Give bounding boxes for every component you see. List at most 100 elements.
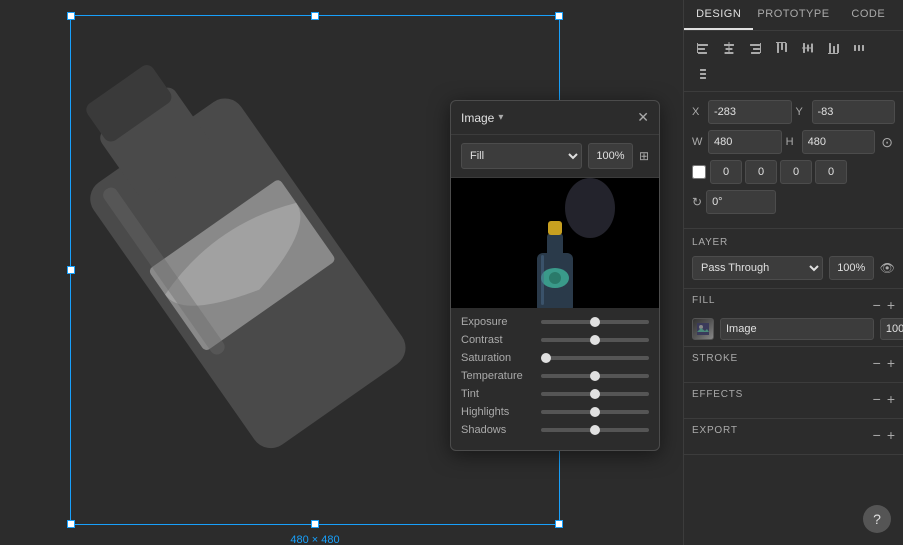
help-button[interactable]: ?: [863, 505, 891, 533]
h-label: H: [786, 136, 798, 148]
align-middle-v-button[interactable]: [796, 37, 818, 59]
saturation-row: Saturation: [461, 352, 649, 364]
effects-section: EFFECTS − +: [684, 383, 903, 419]
fill-add-button[interactable]: +: [887, 298, 895, 312]
tab-design[interactable]: DESIGN: [684, 0, 753, 30]
rotation-icon: ↻: [692, 195, 702, 209]
layer-section-title: LAYER: [692, 237, 895, 248]
export-title: EXPORT: [692, 425, 738, 436]
w-input[interactable]: [708, 130, 782, 154]
corner-radius-row: [692, 160, 895, 184]
w-label: W: [692, 136, 704, 148]
fill-title: FILL: [692, 295, 715, 306]
fill-type-input[interactable]: [720, 318, 874, 340]
effects-section-header: EFFECTS − +: [692, 389, 895, 408]
stroke-add-button[interactable]: +: [887, 356, 895, 370]
stroke-section: STROKE − +: [684, 347, 903, 383]
x-label: X: [692, 106, 704, 118]
image-panel-close-button[interactable]: ✕: [637, 109, 649, 126]
export-add-button[interactable]: +: [887, 428, 895, 442]
image-opacity-input[interactable]: [588, 143, 633, 169]
contrast-row: Contrast: [461, 334, 649, 346]
highlights-slider[interactable]: [541, 410, 649, 414]
contrast-slider[interactable]: [541, 338, 649, 342]
distribute-h-button[interactable]: [848, 37, 870, 59]
export-section-header: EXPORT − +: [692, 425, 895, 444]
image-panel-controls: Fill Fit Crop Tile ⊞: [451, 135, 659, 178]
rotation-input[interactable]: [706, 190, 776, 214]
export-section: EXPORT − +: [684, 419, 903, 455]
effects-title: EFFECTS: [692, 389, 743, 400]
panel-footer: ?: [684, 455, 903, 545]
corner-radius-checkbox[interactable]: [692, 165, 706, 179]
contrast-label: Contrast: [461, 334, 533, 346]
shadows-label: Shadows: [461, 424, 533, 436]
layer-section: LAYER Pass Through Normal Darken Multipl…: [684, 229, 903, 289]
x-input[interactable]: [708, 100, 792, 124]
preview-svg: [455, 178, 655, 308]
fill-opacity-input[interactable]: [880, 318, 903, 340]
tint-slider[interactable]: [541, 392, 649, 396]
export-minus-button[interactable]: −: [873, 428, 881, 442]
corner-bl-input[interactable]: [780, 160, 812, 184]
tint-label: Tint: [461, 388, 533, 400]
exposure-row: Exposure: [461, 316, 649, 328]
shadows-slider[interactable]: [541, 428, 649, 432]
corner-br-input[interactable]: [815, 160, 847, 184]
layer-opacity-input[interactable]: [829, 256, 874, 280]
temperature-slider[interactable]: [541, 374, 649, 378]
exposure-label: Exposure: [461, 316, 533, 328]
highlights-label: Highlights: [461, 406, 533, 418]
layer-row: Pass Through Normal Darken Multiply Scre…: [692, 256, 895, 280]
align-toolbar: [684, 31, 903, 92]
image-preview: [451, 178, 659, 308]
align-center-h-button[interactable]: [718, 37, 740, 59]
align-left-button[interactable]: [692, 37, 714, 59]
image-fill-icon: [697, 323, 709, 335]
stroke-minus-button[interactable]: −: [873, 356, 881, 370]
y-input[interactable]: [812, 100, 896, 124]
tab-prototype[interactable]: PROTOTYPE: [753, 0, 833, 30]
layer-visibility-button[interactable]: 👁: [880, 261, 895, 275]
fill-swatch[interactable]: [692, 318, 714, 340]
image-fill-mode-select[interactable]: Fill Fit Crop Tile: [461, 143, 582, 169]
fill-section-header: FILL − +: [692, 295, 895, 314]
rotation-row: ↻: [692, 190, 895, 214]
temperature-label: Temperature: [461, 370, 533, 382]
exposure-slider[interactable]: [541, 320, 649, 324]
export-section-actions: − +: [873, 428, 895, 442]
wh-row: W H ⊙: [692, 130, 895, 154]
fill-section-actions: − +: [873, 298, 895, 312]
h-input[interactable]: [802, 130, 876, 154]
align-right-button[interactable]: [744, 37, 766, 59]
image-crop-button[interactable]: ⊞: [639, 149, 649, 163]
effects-minus-button[interactable]: −: [873, 392, 881, 406]
align-bottom-button[interactable]: [822, 37, 844, 59]
xy-row: X Y: [692, 100, 895, 124]
saturation-slider[interactable]: [541, 356, 649, 360]
effects-add-button[interactable]: +: [887, 392, 895, 406]
effects-section-actions: − +: [873, 392, 895, 406]
stroke-section-actions: − +: [873, 356, 895, 370]
corner-tr-input[interactable]: [745, 160, 777, 184]
shadows-row: Shadows: [461, 424, 649, 436]
lock-proportions-button[interactable]: ⊙: [879, 134, 895, 151]
image-panel-header: Image ▾ ✕: [451, 101, 659, 135]
corner-tl-input[interactable]: [710, 160, 742, 184]
image-panel: Image ▾ ✕ Fill Fit Crop Tile ⊞: [450, 100, 660, 451]
tint-row: Tint: [461, 388, 649, 400]
blend-mode-select[interactable]: Pass Through Normal Darken Multiply Scre…: [692, 256, 823, 280]
image-adjustments: Exposure Contrast Saturation Temperature…: [451, 308, 659, 450]
right-panel: DESIGN PROTOTYPE CODE X: [683, 0, 903, 545]
tab-code[interactable]: CODE: [834, 0, 903, 30]
position-size-section: X Y W H ⊙ ↻: [684, 92, 903, 229]
image-panel-title-text: Image: [461, 111, 494, 125]
chevron-down-icon[interactable]: ▾: [498, 112, 503, 123]
stroke-section-header: STROKE − +: [692, 353, 895, 372]
distribute-v-button[interactable]: [692, 63, 714, 85]
fill-minus-button[interactable]: −: [873, 298, 881, 312]
align-top-button[interactable]: [770, 37, 792, 59]
saturation-label: Saturation: [461, 352, 533, 364]
tab-bar: DESIGN PROTOTYPE CODE: [684, 0, 903, 31]
temperature-row: Temperature: [461, 370, 649, 382]
